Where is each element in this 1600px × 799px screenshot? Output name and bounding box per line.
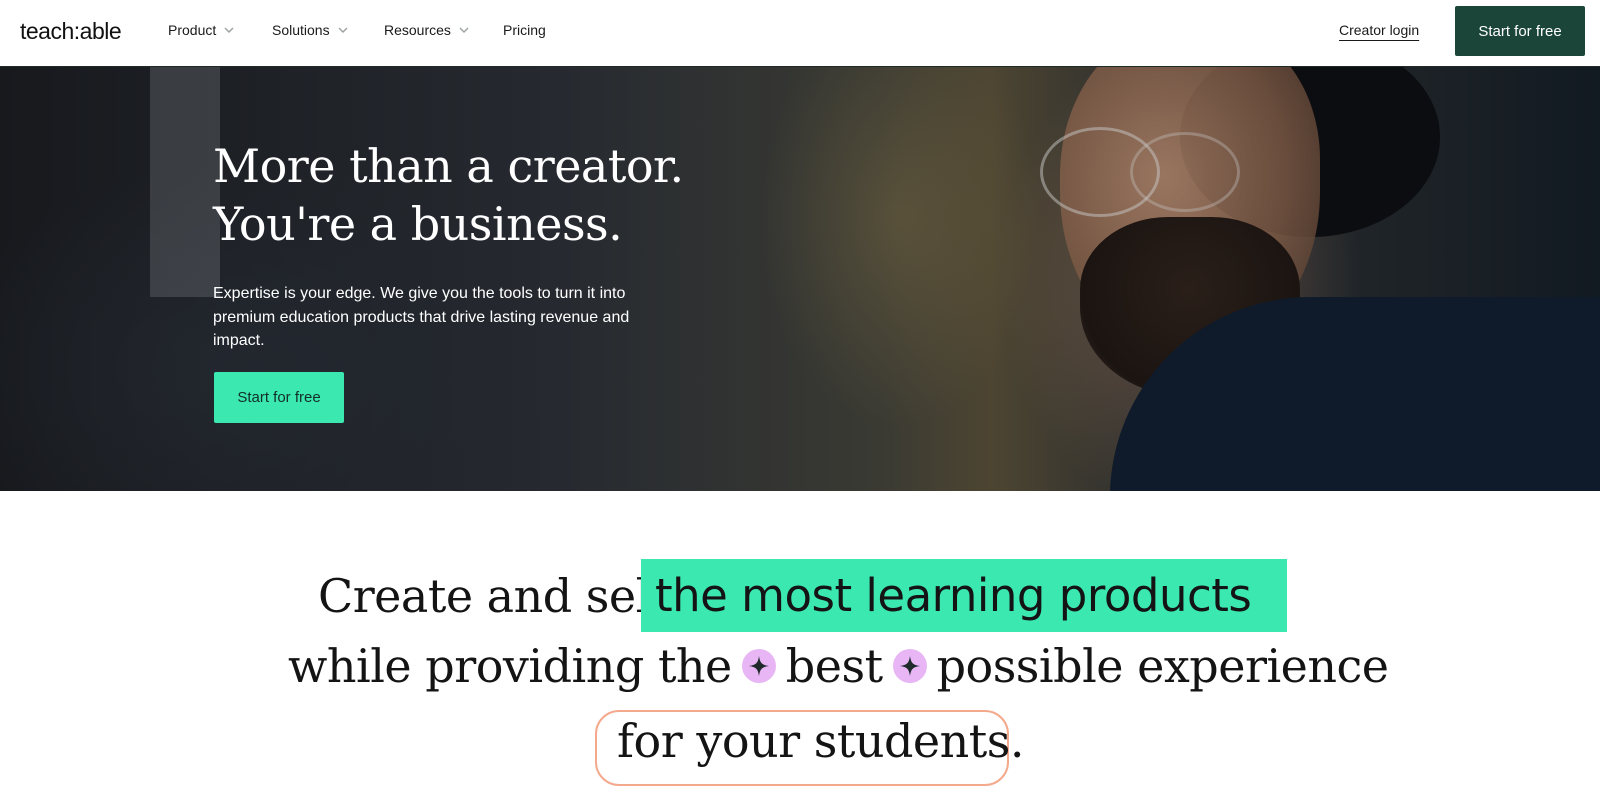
- statement-line1-prefix: Create and sell: [318, 569, 665, 623]
- chevron-down-icon: [224, 27, 234, 33]
- hero-background-window: [150, 67, 220, 297]
- teachable-logo[interactable]: teach:able: [20, 18, 122, 45]
- nav-item-label: Solutions: [272, 22, 330, 38]
- statement-line3: for your students.: [617, 714, 1024, 768]
- sparkle-icon: [741, 649, 776, 683]
- nav-item-pricing[interactable]: Pricing: [503, 22, 546, 38]
- sparkle-icon: [892, 649, 927, 683]
- creator-login-link[interactable]: Creator login: [1339, 22, 1419, 38]
- nav-item-solutions[interactable]: Solutions: [272, 22, 348, 38]
- statement-section: Create and sell the most learning produc…: [0, 491, 1600, 799]
- nav-item-resources[interactable]: Resources: [384, 22, 469, 38]
- chevron-down-icon: [459, 27, 469, 33]
- statement-line2-part2: best: [785, 639, 883, 693]
- statement-line1-highlight: the most learning products: [655, 569, 1252, 622]
- hero-title: More than a creator. You're a business.: [213, 137, 684, 253]
- statement-line2-part1: while providing the: [288, 639, 732, 693]
- chevron-down-icon: [338, 27, 348, 33]
- hero-title-line1: More than a creator.: [213, 139, 684, 193]
- top-nav: teach:able Product Solutions Resources P…: [0, 0, 1600, 67]
- nav-item-label: Product: [168, 22, 217, 38]
- hero-photo-glasses: [1130, 132, 1240, 212]
- hero-title-line2: You're a business.: [213, 197, 623, 251]
- hero-start-free-button[interactable]: Start for free: [214, 372, 344, 423]
- hero-subtitle: Expertise is your edge. We give you the …: [213, 285, 630, 349]
- hero-section: More than a creator. You're a business. …: [0, 67, 1600, 491]
- nav-item-product[interactable]: Product: [168, 22, 234, 38]
- nav-start-free-button[interactable]: Start for free: [1455, 6, 1585, 56]
- statement-line2: while providing the best possible experi…: [288, 639, 1389, 693]
- nav-item-label: Resources: [384, 22, 451, 38]
- statement-line2-part3: possible experience: [936, 639, 1389, 693]
- nav-item-label: Pricing: [503, 22, 546, 38]
